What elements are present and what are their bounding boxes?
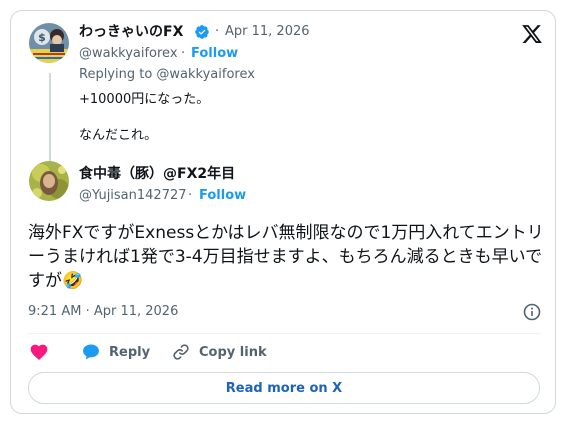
link-icon — [171, 342, 191, 362]
thread-line — [49, 73, 51, 165]
tweet-text: 海外FXですがExnessとかはレバ無制限なので1万円入れてエントリーうまければ… — [28, 223, 544, 291]
reply-to-text-line-1: +10000円になった。 — [79, 92, 210, 107]
actions-divider — [28, 333, 540, 334]
author-separator: · — [188, 188, 193, 203]
reply-to-text-line-2: なんだこれ。 — [79, 128, 158, 143]
follow-author-button[interactable]: Follow — [199, 187, 246, 205]
reply-label: Reply — [109, 344, 151, 360]
author-handle[interactable]: @Yujisan142727 — [79, 187, 187, 205]
verified-badge-icon — [194, 24, 210, 40]
reply-to-handle[interactable]: @wakkyaiforex — [79, 45, 178, 63]
reply-to-date[interactable]: Apr 11, 2026 — [225, 23, 310, 41]
heart-icon — [29, 342, 49, 362]
reply-to-separator-2: · — [181, 46, 186, 61]
x-logo-icon[interactable] — [521, 23, 543, 45]
reply-to-avatar[interactable]: $ — [29, 23, 69, 63]
svg-text:$: $ — [38, 31, 46, 44]
reply-button[interactable]: Reply — [81, 342, 150, 362]
copy-link-label: Copy link — [199, 344, 267, 360]
replying-to-label[interactable]: Replying to @wakkyaiforex — [79, 66, 255, 84]
tweet-card: $ わっきゃいのFX · Apr 11, 2026 @wakkyaiforex … — [10, 10, 556, 414]
reply-to-separator: · — [215, 24, 220, 39]
read-more-button[interactable]: Read more on X — [28, 372, 540, 404]
author-name[interactable]: 食中毒（豚）@FX2年目 — [79, 165, 235, 183]
info-icon[interactable] — [523, 303, 541, 321]
reply-to-author-name[interactable]: わっきゃいのFX — [79, 23, 183, 41]
tweet-timestamp[interactable]: 9:21 AM · Apr 11, 2026 — [28, 303, 178, 321]
reply-bubble-icon — [81, 342, 101, 362]
author-avatar[interactable] — [29, 161, 69, 201]
follow-reply-to-author-button[interactable]: Follow — [191, 45, 238, 63]
copy-link-button[interactable]: Copy link — [171, 342, 267, 362]
like-button[interactable] — [29, 342, 49, 362]
